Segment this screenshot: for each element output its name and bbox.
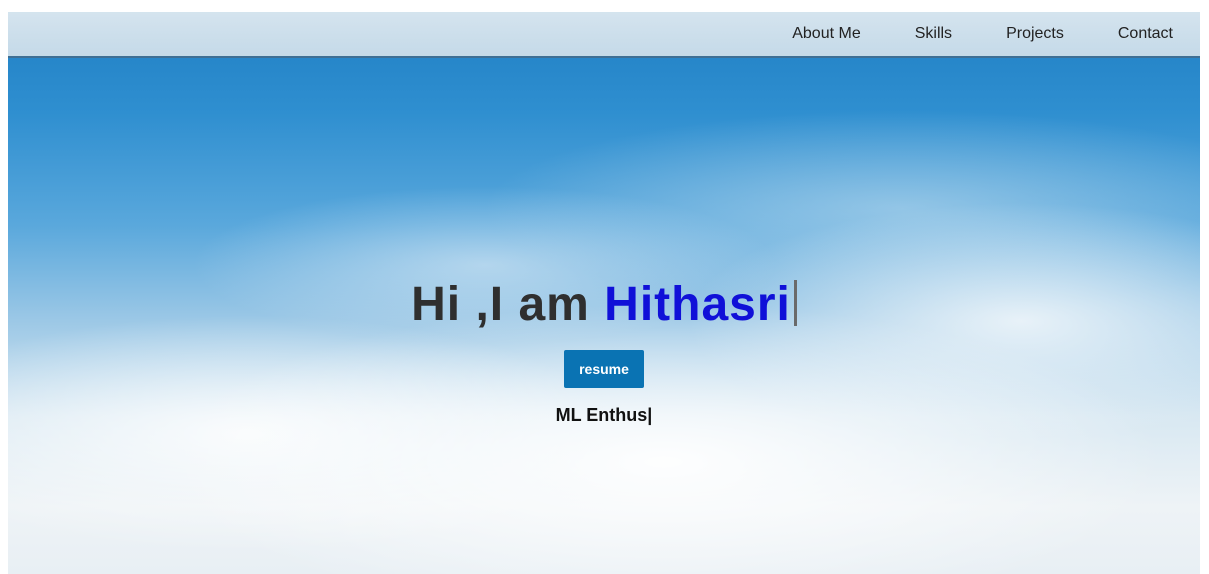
- nav-link-about-me[interactable]: About Me: [792, 12, 887, 56]
- hero-content: Hi ,I am Hithasri resume ML Enthus|: [8, 274, 1200, 426]
- resume-wrap: resume: [8, 350, 1200, 388]
- resume-button[interactable]: resume: [564, 350, 644, 388]
- greeting-prefix: Hi ,I am: [411, 278, 605, 331]
- hero-name: Hithasri: [604, 278, 791, 331]
- nav-link-skills[interactable]: Skills: [888, 12, 979, 56]
- typed-tagline: ML Enthus|: [555, 405, 653, 425]
- nav-link-contact[interactable]: Contact: [1091, 12, 1200, 56]
- page-frame: About Me Skills Projects Contact Hi ,I a…: [8, 12, 1200, 574]
- hero-greeting: Hi ,I am Hithasri: [8, 274, 1200, 336]
- nav-link-projects[interactable]: Projects: [979, 12, 1091, 56]
- nav-links: About Me Skills Projects Contact: [792, 12, 1200, 56]
- typing-cursor: [793, 280, 797, 326]
- top-navbar: About Me Skills Projects Contact: [8, 12, 1200, 58]
